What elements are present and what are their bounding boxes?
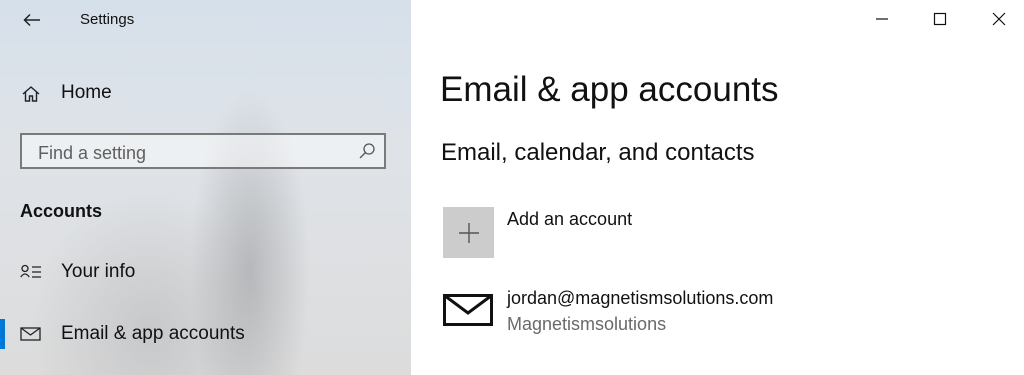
mail-icon xyxy=(20,327,41,341)
search-input[interactable] xyxy=(36,141,350,165)
section-heading: Accounts xyxy=(20,201,103,221)
plus-icon xyxy=(458,222,479,243)
minimize-icon xyxy=(876,18,888,20)
sidebar-item-label: Home xyxy=(61,82,112,103)
sidebar-item-label: Email & app accounts xyxy=(61,323,245,344)
sidebar-item-email-app-accounts[interactable]: Email & app accounts xyxy=(0,316,411,352)
account-email: jordan@magnetismsolutions.com xyxy=(507,288,774,308)
add-account-button[interactable] xyxy=(443,207,494,258)
home-icon xyxy=(22,86,40,102)
sidebar-item-your-info[interactable]: Your info xyxy=(0,254,411,290)
sidebar-item-home[interactable]: Home xyxy=(0,76,411,110)
page-title: Email & app accounts xyxy=(440,70,779,109)
maximize-button[interactable] xyxy=(917,0,963,38)
section-subtitle: Email, calendar, and contacts xyxy=(441,139,755,166)
search-box[interactable] xyxy=(20,133,386,169)
close-icon xyxy=(992,12,1006,26)
account-item[interactable]: jordan@magnetismsolutions.com Magnetisms… xyxy=(440,284,1000,340)
minimize-button[interactable] xyxy=(859,0,905,38)
sidebar-item-label: Your info xyxy=(61,261,136,282)
close-button[interactable] xyxy=(976,0,1022,38)
sidebar: Settings Home Accounts Your info Email &… xyxy=(0,0,411,375)
maximize-icon xyxy=(933,12,947,26)
back-arrow-icon xyxy=(23,13,40,27)
search-icon[interactable] xyxy=(358,142,376,160)
back-button[interactable] xyxy=(18,6,46,34)
app-title: Settings xyxy=(80,11,135,28)
account-name: Magnetismsolutions xyxy=(507,314,667,334)
mail-icon xyxy=(443,294,493,326)
add-account-label[interactable]: Add an account xyxy=(507,209,632,230)
person-list-icon xyxy=(20,264,41,278)
